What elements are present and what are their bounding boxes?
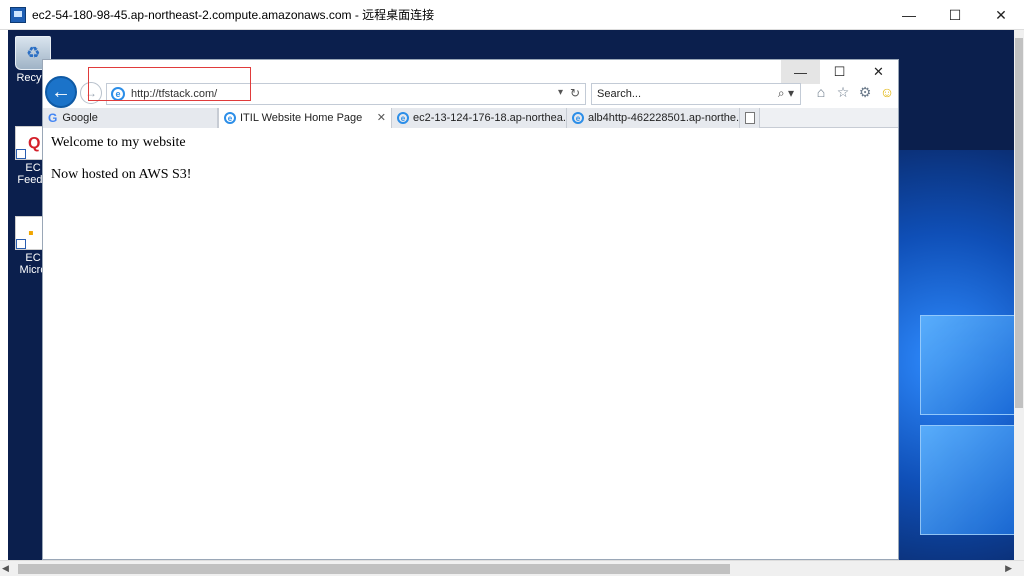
ie-icon: e (572, 112, 584, 124)
rdp-window-controls: — ☐ ✕ (886, 0, 1024, 30)
feedback-smiley-icon[interactable]: ☺ (879, 84, 895, 100)
search-placeholder: Search... (597, 88, 642, 100)
back-button[interactable]: ← (45, 76, 77, 108)
rdp-titlebar: ec2-54-180-98-45.ap-northeast-2.compute.… (0, 0, 1024, 30)
refresh-icon[interactable]: ↻ (570, 86, 580, 100)
tab-alb[interactable]: e alb4http-462228501.ap-northe... (567, 108, 740, 128)
settings-gear-icon[interactable]: ⚙ (857, 84, 873, 100)
horizontal-scroll-thumb[interactable] (18, 564, 730, 574)
browser-close-button[interactable]: ✕ (859, 60, 898, 84)
ie-icon: e (397, 112, 409, 124)
new-tab-button[interactable] (740, 108, 760, 128)
ie-icon: e (224, 112, 236, 124)
app-badge: Q (28, 135, 41, 152)
vertical-scroll-thumb[interactable] (1015, 38, 1023, 408)
tab-ec2[interactable]: e ec2-13-124-176-18.ap-northea... (392, 108, 567, 128)
scroll-left-icon[interactable]: ◀ (2, 563, 9, 574)
shortcut-arrow-icon (16, 149, 26, 159)
search-input[interactable]: Search... ⌕ ▾ (591, 83, 801, 105)
tab-label: alb4http-462228501.ap-northe... (588, 112, 740, 124)
app-badge: ▪ (28, 225, 34, 242)
tab-label: ec2-13-124-176-18.ap-northea... (413, 112, 567, 124)
windows-logo-pane (920, 315, 1014, 415)
shortcut-arrow-icon (16, 239, 26, 249)
desktop-left-edge (0, 30, 8, 560)
search-icon[interactable]: ⌕ ▾ (778, 86, 794, 101)
page-content: Welcome to my website Now hosted on AWS … (43, 129, 898, 559)
browser-maximize-button[interactable]: ☐ (820, 60, 859, 84)
scroll-right-icon[interactable]: ▶ (1005, 563, 1012, 574)
favorites-star-icon[interactable]: ☆ (835, 84, 851, 100)
browser-minimize-button[interactable]: — (781, 60, 820, 84)
page-hosted-text: Now hosted on AWS S3! (51, 167, 192, 182)
address-dropdown-icon[interactable]: ▾ (558, 87, 563, 98)
tab-close-icon[interactable]: ✕ (377, 111, 386, 124)
windows-logo-pane (920, 425, 1014, 535)
google-icon: G (48, 111, 58, 125)
tab-strip: G Google e ITIL Website Home Page ✕ e ec… (43, 108, 898, 128)
browser-window: — ☐ ✕ ← → e http://tfstack.com/ ▾ ↻ Sear… (42, 59, 899, 560)
windows-logo (908, 315, 1014, 560)
browser-window-controls: — ☐ ✕ (781, 60, 898, 84)
rdp-maximize-button[interactable]: ☐ (932, 0, 978, 30)
tab-itil-home[interactable]: e ITIL Website Home Page ✕ (218, 108, 392, 128)
remote-desktop-icon (10, 6, 26, 23)
page-welcome-text: Welcome to my website (51, 135, 186, 150)
rdp-window-title: ec2-54-180-98-45.ap-northeast-2.compute.… (32, 8, 435, 22)
horizontal-scrollbar[interactable]: ◀ ▶ (0, 560, 1024, 576)
new-tab-icon (744, 112, 755, 124)
rdp-close-button[interactable]: ✕ (978, 0, 1024, 30)
tab-label: ITIL Website Home Page (240, 112, 363, 124)
tab-label: Google (62, 112, 98, 124)
rdp-minimize-button[interactable]: — (886, 0, 932, 30)
browser-toolbar: — ☐ ✕ ← → e http://tfstack.com/ ▾ ↻ Sear… (43, 60, 898, 108)
vertical-scrollbar[interactable] (1014, 30, 1024, 560)
home-icon[interactable]: ⌂ (813, 84, 829, 100)
browser-tools: ⌂ ☆ ⚙ ☺ (813, 84, 895, 100)
tab-google[interactable]: G Google (43, 108, 218, 128)
address-highlight-annotation (88, 67, 251, 101)
